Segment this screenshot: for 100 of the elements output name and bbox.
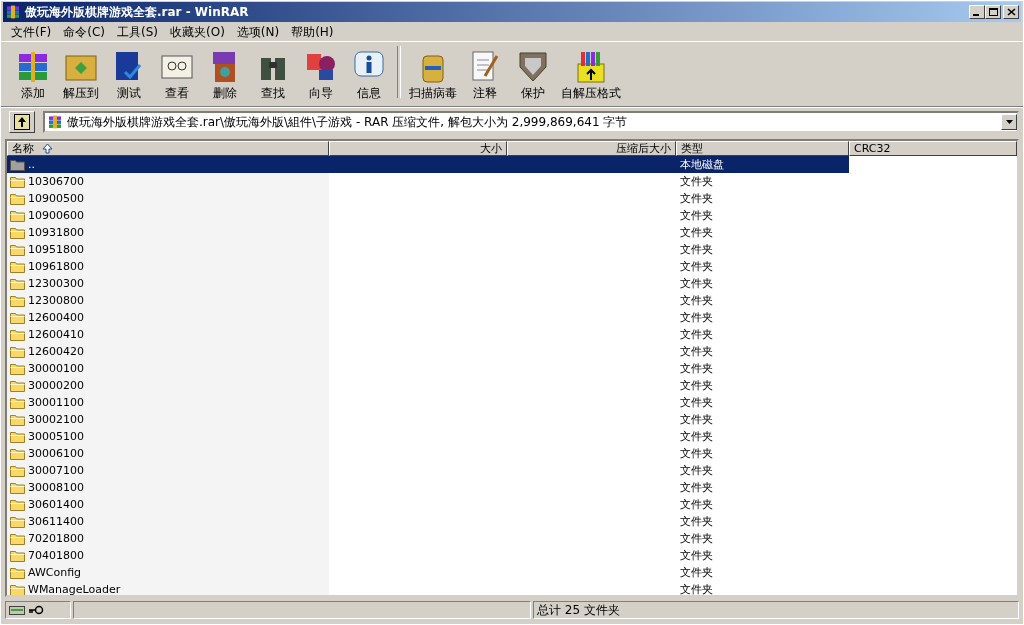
file-type: 文件夹 <box>679 514 714 530</box>
file-type: 文件夹 <box>679 242 714 258</box>
file-row[interactable]: .. 本地磁盘 <box>7 156 1017 173</box>
file-row[interactable]: 10951800 文件夹 <box>7 241 1017 258</box>
column-header[interactable]: CRC32 <box>849 141 1017 156</box>
folder-icon <box>10 447 26 460</box>
minimize-button[interactable] <box>969 5 985 19</box>
file-row[interactable]: 70401800 文件夹 <box>7 547 1017 564</box>
file-row[interactable]: 12600420 文件夹 <box>7 343 1017 360</box>
menu-item[interactable]: 选项(N) <box>230 23 286 41</box>
close-button[interactable] <box>1003 5 1019 19</box>
file-type: 文件夹 <box>679 565 714 581</box>
file-type: 文件夹 <box>679 327 714 343</box>
file-type: 文件夹 <box>679 225 714 241</box>
file-row[interactable]: 12600410 文件夹 <box>7 326 1017 343</box>
folder-icon <box>10 566 26 579</box>
file-row[interactable]: 70201800 文件夹 <box>7 530 1017 547</box>
toolbar-button[interactable]: 保护 <box>509 46 557 102</box>
file-row[interactable]: 30002100 文件夹 <box>7 411 1017 428</box>
file-name: 30006100 <box>28 446 84 462</box>
toolbar-button[interactable]: 信息 <box>345 46 393 102</box>
up-folder-button[interactable] <box>9 111 35 133</box>
folder-icon <box>10 260 26 273</box>
file-name: 30001100 <box>28 395 84 411</box>
folder-icon <box>10 362 26 375</box>
file-row[interactable]: 30611400 文件夹 <box>7 513 1017 530</box>
dropdown-button[interactable] <box>1001 114 1017 130</box>
file-row[interactable]: 12600400 文件夹 <box>7 309 1017 326</box>
file-row[interactable]: 10306700 文件夹 <box>7 173 1017 190</box>
file-row[interactable]: 10900600 文件夹 <box>7 207 1017 224</box>
file-row[interactable]: WManageLoader 文件夹 <box>7 581 1017 595</box>
file-name: 10900500 <box>28 191 84 207</box>
file-type: 文件夹 <box>679 497 714 513</box>
file-type: 文件夹 <box>679 276 714 292</box>
drive-icon <box>9 604 25 616</box>
toolbar-button[interactable]: 向导 <box>297 46 345 102</box>
folder-icon <box>10 243 26 256</box>
folder-icon <box>10 226 26 239</box>
folder-icon <box>10 532 26 545</box>
file-row[interactable]: 10931800 文件夹 <box>7 224 1017 241</box>
file-type: 文件夹 <box>679 463 714 479</box>
toolbar-button[interactable]: 删除 <box>201 46 249 102</box>
toolbar-button[interactable]: 自解压格式 <box>557 46 625 102</box>
address-field[interactable]: 傲玩海外版棋牌游戏全套.rar\傲玩海外版\組件\子游戏 - RAR 压缩文件, 解包大小为 2,999,869,641 字节 <box>43 111 1019 133</box>
close-icon <box>1005 7 1017 17</box>
file-row[interactable]: 30601400 文件夹 <box>7 496 1017 513</box>
folder-icon <box>10 413 26 426</box>
menu-item[interactable]: 文件(F) <box>5 23 58 41</box>
file-name: 30008100 <box>28 480 84 496</box>
folder-icon <box>10 345 26 358</box>
menu-item[interactable]: 帮助(H) <box>285 23 340 41</box>
file-type: 文件夹 <box>679 582 714 595</box>
file-row[interactable]: 30001100 文件夹 <box>7 394 1017 411</box>
file-type: 本地磁盘 <box>676 156 849 173</box>
file-name: AWConfig <box>28 565 82 581</box>
folder-icon <box>10 175 26 188</box>
menu-item[interactable]: 命令(C) <box>57 23 111 41</box>
file-row[interactable]: 10900500 文件夹 <box>7 190 1017 207</box>
menu-item[interactable]: 收藏夹(O) <box>164 23 231 41</box>
file-type: 文件夹 <box>679 293 714 309</box>
toolbar-button[interactable]: 解压到 <box>57 46 105 102</box>
toolbar-button[interactable]: 注释 <box>461 46 509 102</box>
file-row[interactable]: 10961800 文件夹 <box>7 258 1017 275</box>
file-name: 30000200 <box>28 378 84 394</box>
file-type: 文件夹 <box>679 361 714 377</box>
toolbar-button[interactable]: 添加 <box>9 46 57 102</box>
menu-item[interactable]: 工具(S) <box>111 23 164 41</box>
file-name: 30601400 <box>28 497 84 513</box>
file-name: 10931800 <box>28 225 84 241</box>
file-row[interactable]: 30006100 文件夹 <box>7 445 1017 462</box>
folder-icon <box>10 328 26 341</box>
file-row[interactable]: 30007100 文件夹 <box>7 462 1017 479</box>
column-header[interactable]: 大小 <box>329 141 507 156</box>
status-text: 总计 25 文件夹 <box>533 601 1019 619</box>
folder-icon <box>10 379 26 392</box>
column-header[interactable]: 名称 <box>7 141 329 156</box>
folder-icon <box>10 498 26 511</box>
folder-icon <box>10 192 26 205</box>
file-row[interactable]: AWConfig 文件夹 <box>7 564 1017 581</box>
file-row[interactable]: 30008100 文件夹 <box>7 479 1017 496</box>
file-name: 30002100 <box>28 412 84 428</box>
column-header[interactable]: 类型 <box>676 141 849 156</box>
folder-icon <box>10 481 26 494</box>
file-row[interactable]: 12300300 文件夹 <box>7 275 1017 292</box>
toolbar-button[interactable]: 查看 <box>153 46 201 102</box>
toolbar-button[interactable]: 查找 <box>249 46 297 102</box>
maximize-button[interactable] <box>985 5 1001 19</box>
column-header[interactable]: 压缩后大小 <box>507 141 676 156</box>
file-row[interactable]: 30000200 文件夹 <box>7 377 1017 394</box>
file-name: 70401800 <box>28 548 84 564</box>
file-row[interactable]: 12300800 文件夹 <box>7 292 1017 309</box>
toolbar-button[interactable]: 测试 <box>105 46 153 102</box>
file-type: 文件夹 <box>679 174 714 190</box>
file-name: 12600420 <box>28 344 84 360</box>
file-row[interactable]: 30005100 文件夹 <box>7 428 1017 445</box>
maximize-icon <box>987 7 999 17</box>
folder-icon <box>10 277 26 290</box>
file-type: 文件夹 <box>679 378 714 394</box>
toolbar-button[interactable]: 扫描病毒 <box>405 46 461 102</box>
file-row[interactable]: 30000100 文件夹 <box>7 360 1017 377</box>
